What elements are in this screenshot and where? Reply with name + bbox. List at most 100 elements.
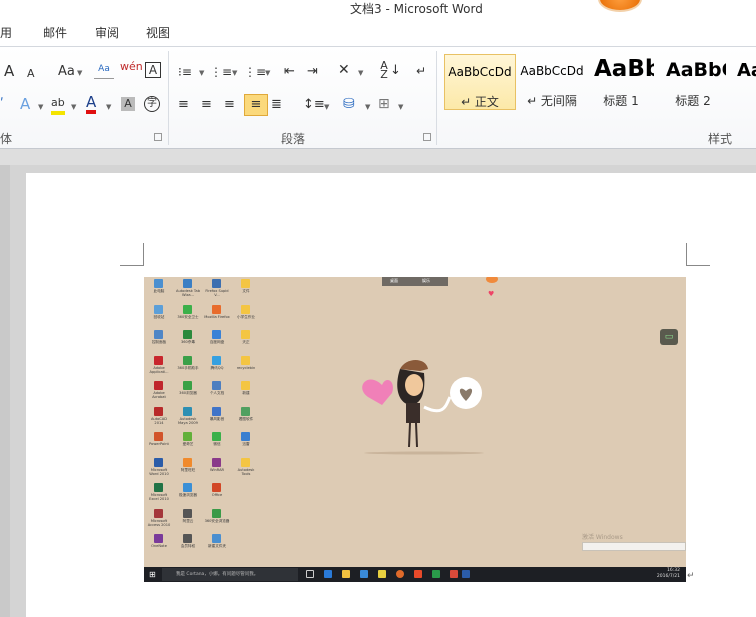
- chevron-down-icon[interactable]: ▼: [77, 69, 82, 77]
- desktop-icon[interactable]: Autodesk Maya 2009: [175, 406, 201, 429]
- desktop-icon[interactable]: [233, 534, 259, 556]
- text-effect-partial-icon[interactable]: ʹ: [0, 97, 4, 113]
- chevron-down-icon[interactable]: ▼: [398, 103, 403, 111]
- style-title[interactable]: Aa: [732, 54, 756, 110]
- chevron-down-icon[interactable]: ▼: [199, 69, 204, 77]
- font-dialog-launcher-icon[interactable]: [154, 133, 162, 141]
- desktop-icon[interactable]: Mozilla Firefox: [204, 304, 230, 327]
- desktop-icon[interactable]: 会员特权: [175, 534, 201, 556]
- desktop-icon[interactable]: Microsoft Access 2010: [146, 508, 172, 531]
- desktop-icon[interactable]: 腾讯QQ: [204, 355, 230, 378]
- desktop-icon[interactable]: Firefox Supid V...: [204, 279, 230, 301]
- clear-format-icon[interactable]: Aa: [94, 61, 114, 79]
- align-center-icon[interactable]: ≡: [201, 97, 212, 113]
- desktop-icon[interactable]: 新建: [233, 381, 259, 403]
- tab-review[interactable]: 审阅: [95, 24, 119, 41]
- highlight-icon[interactable]: ab: [51, 95, 65, 115]
- desktop-icon[interactable]: recyclebin: [233, 355, 259, 378]
- desktop-icon[interactable]: 新建文件夹: [204, 534, 230, 556]
- chevron-down-icon[interactable]: ▼: [38, 103, 43, 111]
- desktop-icon[interactable]: 暴风影音: [204, 406, 230, 429]
- clock[interactable]: 16:32 2016/7/21: [657, 568, 680, 580]
- chevron-down-icon[interactable]: ▼: [232, 69, 237, 77]
- chevron-down-icon[interactable]: ▼: [324, 103, 329, 111]
- edge-icon[interactable]: [324, 570, 332, 578]
- cortana-search[interactable]: 我是 Cortana，小娜。有问题尽管问我。: [162, 568, 298, 581]
- shading-icon[interactable]: ⛁: [343, 96, 355, 112]
- desktop-icon[interactable]: Adobe Applicati...: [146, 355, 172, 378]
- font-color-icon[interactable]: A: [86, 94, 97, 114]
- app-icon[interactable]: [360, 570, 368, 578]
- desktop-icon[interactable]: 360安全卫士: [175, 304, 201, 327]
- desktop-icon[interactable]: 看图软件: [233, 406, 259, 429]
- desktop-icon[interactable]: 极速浏览器: [175, 483, 201, 505]
- desktop-icon[interactable]: 个人文档: [204, 381, 230, 403]
- firefox-icon[interactable]: [396, 570, 404, 578]
- help-badge-icon[interactable]: ??: [598, 0, 642, 12]
- desktop-icon[interactable]: 360浏览器: [175, 381, 201, 403]
- increase-indent-icon[interactable]: ⇥: [307, 64, 318, 80]
- numbering-icon[interactable]: ⋮≡: [210, 64, 232, 80]
- align-right-icon[interactable]: ≡: [224, 97, 235, 113]
- style-heading-1[interactable]: AaBb 标题 1: [588, 54, 654, 110]
- show-marks-icon[interactable]: ↵: [416, 63, 426, 79]
- desktop-icon[interactable]: Autodesk Tools: [233, 457, 259, 480]
- app-icon[interactable]: [378, 570, 386, 578]
- app-icon[interactable]: [432, 570, 440, 578]
- desktop-icon[interactable]: 阿里旺旺: [175, 457, 201, 480]
- desktop-icon[interactable]: OneNote: [146, 534, 172, 556]
- enclose-char-icon[interactable]: 字: [144, 96, 160, 112]
- desktop-icon[interactable]: Adobe Acrobat: [146, 381, 172, 403]
- desktop-icon[interactable]: 天正: [233, 330, 259, 352]
- desktop-icon[interactable]: [233, 508, 259, 531]
- task-view-icon[interactable]: [306, 570, 314, 578]
- desktop-icon[interactable]: WinRAR: [204, 457, 230, 480]
- desktop-icon[interactable]: 百度网盘: [204, 330, 230, 352]
- paragraph-dialog-launcher-icon[interactable]: [423, 133, 431, 141]
- chevron-down-icon[interactable]: ▼: [106, 103, 111, 111]
- desktop-icon[interactable]: 回收站: [146, 304, 172, 327]
- desktop-icon[interactable]: 360安全浏览器: [204, 508, 230, 531]
- line-spacing-icon[interactable]: ↕≡: [303, 97, 325, 113]
- distribute-icon[interactable]: ≣: [271, 97, 282, 113]
- tab-mailings[interactable]: 邮件: [43, 24, 67, 41]
- char-border-icon[interactable]: A: [145, 62, 161, 78]
- desktop-icon[interactable]: 此电脑: [146, 279, 172, 301]
- style-no-spacing[interactable]: AaBbCcDd ↵ 无间隔: [516, 54, 588, 110]
- chevron-down-icon[interactable]: ▼: [365, 103, 370, 111]
- desktop-icon[interactable]: Autodesk Tab Wiza...: [175, 279, 201, 301]
- desktop-icon[interactable]: 360手机助手: [175, 355, 201, 378]
- phonetic-guide-icon[interactable]: wén: [120, 59, 143, 75]
- tab-apply[interactable]: 用: [0, 24, 12, 41]
- app-icon[interactable]: [414, 570, 422, 578]
- desktop-icon[interactable]: 文件: [233, 279, 259, 301]
- desktop-icon[interactable]: 控制面板: [146, 330, 172, 352]
- desktop-icon[interactable]: 爱奇艺: [175, 432, 201, 454]
- justify-icon[interactable]: ≡: [244, 94, 268, 116]
- word-icon[interactable]: [462, 570, 470, 578]
- sort-arrow-icon[interactable]: ↓: [390, 63, 401, 79]
- desktop-icon[interactable]: Office: [204, 483, 230, 505]
- grow-font-icon[interactable]: A: [4, 63, 14, 79]
- desktop-icon[interactable]: 阿里云: [175, 508, 201, 531]
- embedded-desktop-screenshot[interactable]: 此电脑 Autodesk Tab Wiza... Firefox Supid V..…: [144, 277, 686, 582]
- chevron-down-icon[interactable]: ▼: [358, 69, 363, 77]
- align-left-icon[interactable]: ≡: [178, 97, 189, 113]
- desktop-icon[interactable]: 360杀毒: [175, 330, 201, 352]
- decrease-indent-icon[interactable]: ⇤: [284, 64, 295, 80]
- app-icon[interactable]: [450, 570, 458, 578]
- desktop-icon[interactable]: 微信: [204, 432, 230, 454]
- sort-icon[interactable]: AZ: [378, 60, 390, 80]
- borders-icon[interactable]: ⊞: [378, 96, 390, 112]
- desktop-icon[interactable]: AutoCAD 2014: [146, 406, 172, 429]
- shrink-font-icon[interactable]: A: [27, 66, 35, 82]
- style-heading-2[interactable]: AaBbC 标题 2: [660, 54, 726, 110]
- chinese-layout-icon[interactable]: ✕: [338, 62, 350, 78]
- tab-view[interactable]: 视图: [146, 24, 170, 41]
- desktop-icon[interactable]: Microsoft Excel 2010: [146, 483, 172, 505]
- chevron-down-icon[interactable]: ▼: [71, 103, 76, 111]
- char-shading-icon[interactable]: A: [121, 97, 135, 111]
- multilevel-list-icon[interactable]: ⋮≡: [244, 64, 266, 80]
- desktop-icon[interactable]: 迅雷: [233, 432, 259, 454]
- desktop-icon[interactable]: PowerPoint: [146, 432, 172, 454]
